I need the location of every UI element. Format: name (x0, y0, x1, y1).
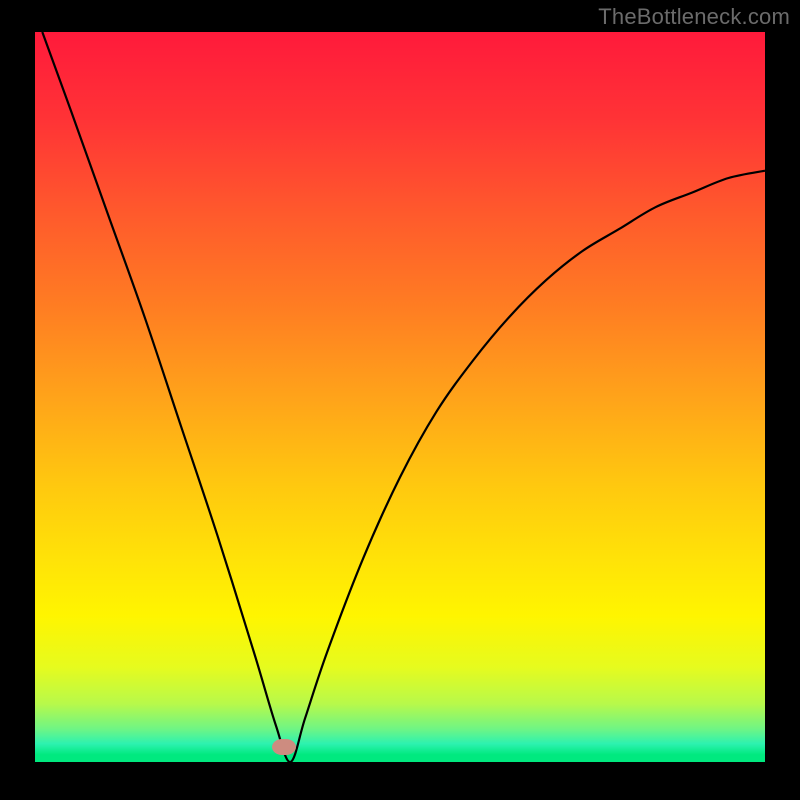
chart-stage: TheBottleneck.com (0, 0, 800, 800)
attribution-text: TheBottleneck.com (598, 4, 790, 30)
optimal-marker (272, 739, 296, 755)
plot-area (35, 32, 765, 762)
bottleneck-chart (0, 0, 800, 800)
